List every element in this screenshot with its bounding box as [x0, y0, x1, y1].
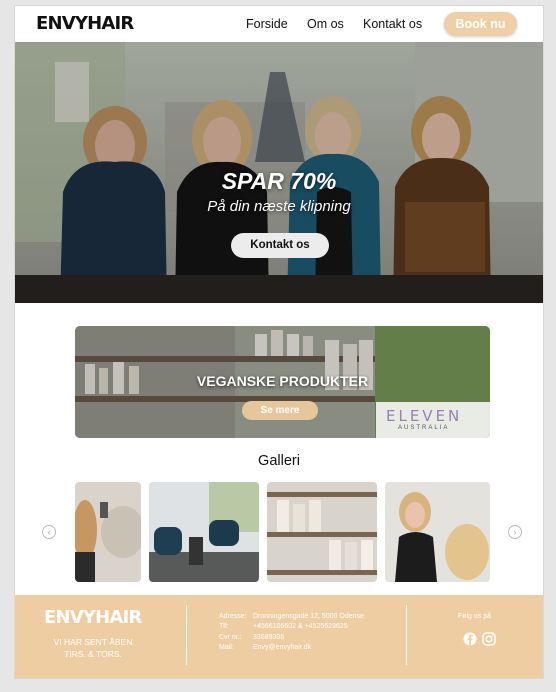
contact-button[interactable]: Kontakt os [231, 233, 329, 258]
gallery-title: Galleri [258, 453, 300, 469]
follow-label: Følg os på [457, 613, 492, 620]
nav-forside[interactable]: Forside [246, 17, 288, 31]
footer-logo[interactable]: ENVYHAIR [44, 607, 142, 628]
phone-label: Tlf: [219, 623, 229, 630]
phone-value[interactable]: +4566106602 & +4525623625 [253, 623, 348, 630]
instagram-icon[interactable] [482, 632, 496, 646]
chevron-left-icon[interactable]: ‹ [42, 525, 56, 539]
products-banner[interactable]: VEGANSKE PRODUKTER Se mere ELEVEN AUSTRA… [75, 326, 490, 438]
products-title: VEGANSKE PRODUKTER [196, 373, 369, 389]
gallery-image[interactable] [75, 482, 141, 582]
chevron-right-icon[interactable]: › [508, 525, 522, 539]
see-more-button[interactable]: Se mere [242, 401, 318, 420]
site-footer: ENVYHAIR VI HAR SENT ÅBEN TIRS. & TORS. … [15, 595, 543, 678]
hero-subtitle: På din næste klipning [207, 198, 351, 215]
gallery-image[interactable] [385, 482, 490, 582]
page-frame: ENVYHAIR Forside Om os Kontakt os Book n… [15, 6, 543, 678]
cvr-value: 33689306 [253, 634, 285, 641]
hero-title: SPAR 70% [221, 168, 337, 194]
gallery-carousel [75, 482, 490, 582]
brand-logo-text: ELEVEN [386, 407, 463, 425]
nav-kontakt-os[interactable]: Kontakt os [363, 17, 422, 31]
site-header: ENVYHAIR Forside Om os Kontakt os Book n… [15, 6, 543, 42]
nav-om-os[interactable]: Om os [307, 17, 344, 31]
mail-value[interactable]: Envy@envyhair.dk [253, 644, 311, 651]
site-logo[interactable]: ENVYHAIR [36, 13, 134, 34]
gallery-image[interactable] [267, 482, 377, 582]
address-label: Adresse: [219, 613, 247, 620]
cvr-label: Cvr nr.: [219, 634, 242, 641]
brand-logo-sub: AUSTRALIA [398, 425, 450, 431]
eleven-australia-logo: ELEVEN AUSTRALIA [376, 402, 490, 438]
mail-label: Mail: [219, 644, 234, 651]
footer-divider [186, 605, 187, 665]
address-value: Dronningensgade 12, 5000 Odense [253, 613, 364, 620]
facebook-icon[interactable] [463, 632, 477, 646]
book-now-button[interactable]: Book nu [444, 12, 517, 36]
gallery-image[interactable] [149, 482, 259, 582]
footer-hours-line1: VI HAR SENT ÅBEN [53, 637, 133, 647]
footer-hours-line2: TIRS. & TORS. [64, 649, 122, 659]
hero-banner: SPAR 70% På din næste klipning Kontakt o… [15, 42, 543, 303]
